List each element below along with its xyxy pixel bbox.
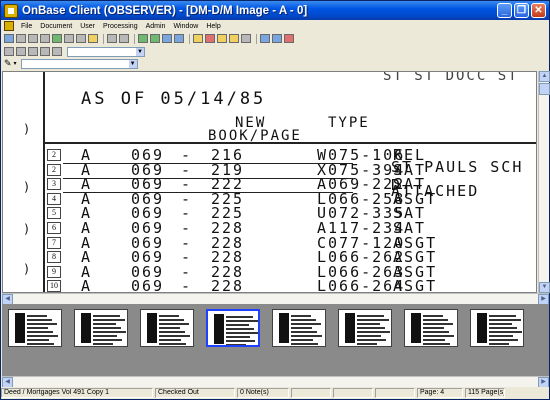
status-page-count: 115 Page(s) bbox=[465, 388, 505, 398]
row-number: 5 bbox=[47, 207, 61, 220]
menu-admin[interactable]: Admin bbox=[142, 23, 170, 30]
prev-page-icon[interactable] bbox=[16, 47, 26, 56]
status-notes: 0 Note(s) bbox=[237, 388, 289, 398]
document-window-icon[interactable] bbox=[4, 21, 14, 31]
page-top-fragment: ST ST DOCC ST bbox=[383, 71, 519, 84]
chevron-down-icon[interactable]: ▼ bbox=[136, 47, 144, 56]
app-window: OnBase Client (OBSERVER) - [DM-D/M Image… bbox=[0, 0, 550, 400]
menu-user[interactable]: User bbox=[76, 23, 99, 30]
record-cell: ASGT bbox=[393, 277, 438, 293]
row-number: 9 bbox=[47, 265, 61, 278]
copy-icon[interactable] bbox=[119, 34, 129, 43]
scan-icon[interactable] bbox=[28, 34, 38, 43]
as-of-date: AS OF 05/14/85 bbox=[81, 89, 267, 109]
thumbnail-strip bbox=[2, 304, 549, 376]
workflow-icon[interactable] bbox=[52, 34, 62, 43]
row-number: 7 bbox=[47, 236, 61, 249]
close-button[interactable]: ✕ bbox=[531, 3, 546, 18]
row-number: 10 bbox=[47, 280, 61, 292]
page-thumbnail[interactable] bbox=[338, 309, 392, 347]
status-bar: Deed / Mortgages Vol 491 Copy 1 Checked … bbox=[1, 387, 549, 399]
page-thumbnail[interactable] bbox=[140, 309, 194, 347]
header-type: TYPE bbox=[328, 115, 370, 131]
title-bar[interactable]: OnBase Client (OBSERVER) - [DM-D/M Image… bbox=[1, 1, 549, 20]
row-number: 6 bbox=[47, 222, 61, 234]
arrange-icon[interactable] bbox=[229, 34, 239, 43]
scroll-down-icon[interactable]: ▼ bbox=[539, 282, 550, 293]
next-page-icon[interactable] bbox=[28, 47, 38, 56]
document-viewer[interactable]: ST ST DOCC ST ) ) ) ) AS OF 05/14/85 NEW… bbox=[2, 71, 537, 293]
page-thumbnail[interactable] bbox=[8, 309, 62, 347]
row-number: 2 bbox=[47, 149, 61, 161]
scanned-page: ST ST DOCC ST ) ) ) ) AS OF 05/14/85 NEW… bbox=[3, 71, 536, 293]
window-icon[interactable] bbox=[272, 34, 282, 43]
status-page: Page: 4 bbox=[417, 388, 463, 398]
first-page-icon[interactable] bbox=[4, 47, 14, 56]
menu-document[interactable]: Document bbox=[36, 23, 76, 30]
record-cell: L066-264 bbox=[317, 277, 406, 293]
menu-window[interactable]: Window bbox=[169, 23, 202, 30]
send-icon[interactable] bbox=[174, 34, 184, 43]
tile-icon[interactable] bbox=[205, 34, 215, 43]
menu-help[interactable]: Help bbox=[202, 23, 224, 30]
annotation-combo[interactable]: ▼ bbox=[20, 58, 138, 69]
thumbnail-scrollbar[interactable]: ◀ ▶ bbox=[2, 376, 549, 388]
header-book-page: BOOK/PAGE bbox=[208, 128, 302, 144]
folder-icon[interactable] bbox=[16, 34, 26, 43]
row-number: 3 bbox=[47, 178, 61, 191]
retrieve-icon[interactable] bbox=[4, 34, 14, 43]
row-number: 4 bbox=[47, 192, 61, 205]
split-icon[interactable] bbox=[260, 34, 270, 43]
status-document-name: Deed / Mortgages Vol 491 Copy 1 bbox=[1, 388, 153, 398]
page-combo[interactable]: ▼ bbox=[67, 46, 145, 57]
menu-file[interactable]: File bbox=[17, 23, 36, 30]
cut-icon[interactable] bbox=[107, 34, 117, 43]
menu-processing[interactable]: Processing bbox=[99, 23, 142, 30]
record-cell: 228 bbox=[211, 277, 245, 293]
row-number: 8 bbox=[47, 251, 61, 264]
chevron-down-icon[interactable]: ▼ bbox=[128, 59, 137, 68]
page-thumbnail[interactable] bbox=[206, 309, 260, 347]
last-page-icon[interactable] bbox=[40, 47, 50, 56]
layout-icon[interactable] bbox=[241, 34, 251, 43]
import-icon[interactable] bbox=[40, 34, 50, 43]
onbase-app-icon bbox=[4, 3, 18, 18]
row-number: 2 bbox=[47, 163, 61, 176]
window-title: OnBase Client (OBSERVER) - [DM-D/M Image… bbox=[22, 4, 308, 17]
scroll-thumb[interactable] bbox=[539, 83, 550, 95]
vertical-scrollbar[interactable]: ▲ ▼ bbox=[538, 71, 550, 293]
text-icon[interactable] bbox=[150, 34, 160, 43]
record-cell: 069 bbox=[131, 277, 165, 293]
navigation-toolbar: ▼ bbox=[1, 45, 549, 58]
fax-icon[interactable] bbox=[76, 34, 86, 43]
page-thumbnail[interactable] bbox=[470, 309, 524, 347]
minimize-button[interactable]: _ bbox=[497, 3, 512, 18]
cascade-icon[interactable] bbox=[217, 34, 227, 43]
grid-icon[interactable] bbox=[193, 34, 203, 43]
page-thumbnail[interactable] bbox=[404, 309, 458, 347]
restore-button[interactable]: ❐ bbox=[514, 3, 529, 18]
record-cell: - bbox=[181, 277, 193, 293]
page-thumbnail[interactable] bbox=[272, 309, 326, 347]
scroll-up-icon[interactable]: ▲ bbox=[539, 71, 550, 82]
export-icon[interactable] bbox=[162, 34, 172, 43]
status-checked-out: Checked Out bbox=[155, 388, 235, 398]
page-select-icon[interactable] bbox=[52, 47, 62, 56]
menu-bar: File Document User Processing Admin Wind… bbox=[1, 20, 549, 32]
notes-icon[interactable] bbox=[88, 34, 98, 43]
page-thumbnail[interactable] bbox=[74, 309, 128, 347]
main-toolbar bbox=[1, 32, 549, 45]
close-doc-icon[interactable] bbox=[284, 34, 294, 43]
annotation-toolbar: ✎ ▾ ▼ bbox=[1, 58, 549, 69]
print-icon[interactable] bbox=[64, 34, 74, 43]
chevron-down-icon[interactable]: ▾ bbox=[14, 60, 17, 67]
horizontal-scrollbar[interactable]: ◀ ▶ bbox=[2, 293, 549, 305]
image-icon[interactable] bbox=[138, 34, 148, 43]
pencil-icon[interactable]: ✎ bbox=[4, 58, 12, 69]
record-cell: A bbox=[81, 277, 93, 293]
